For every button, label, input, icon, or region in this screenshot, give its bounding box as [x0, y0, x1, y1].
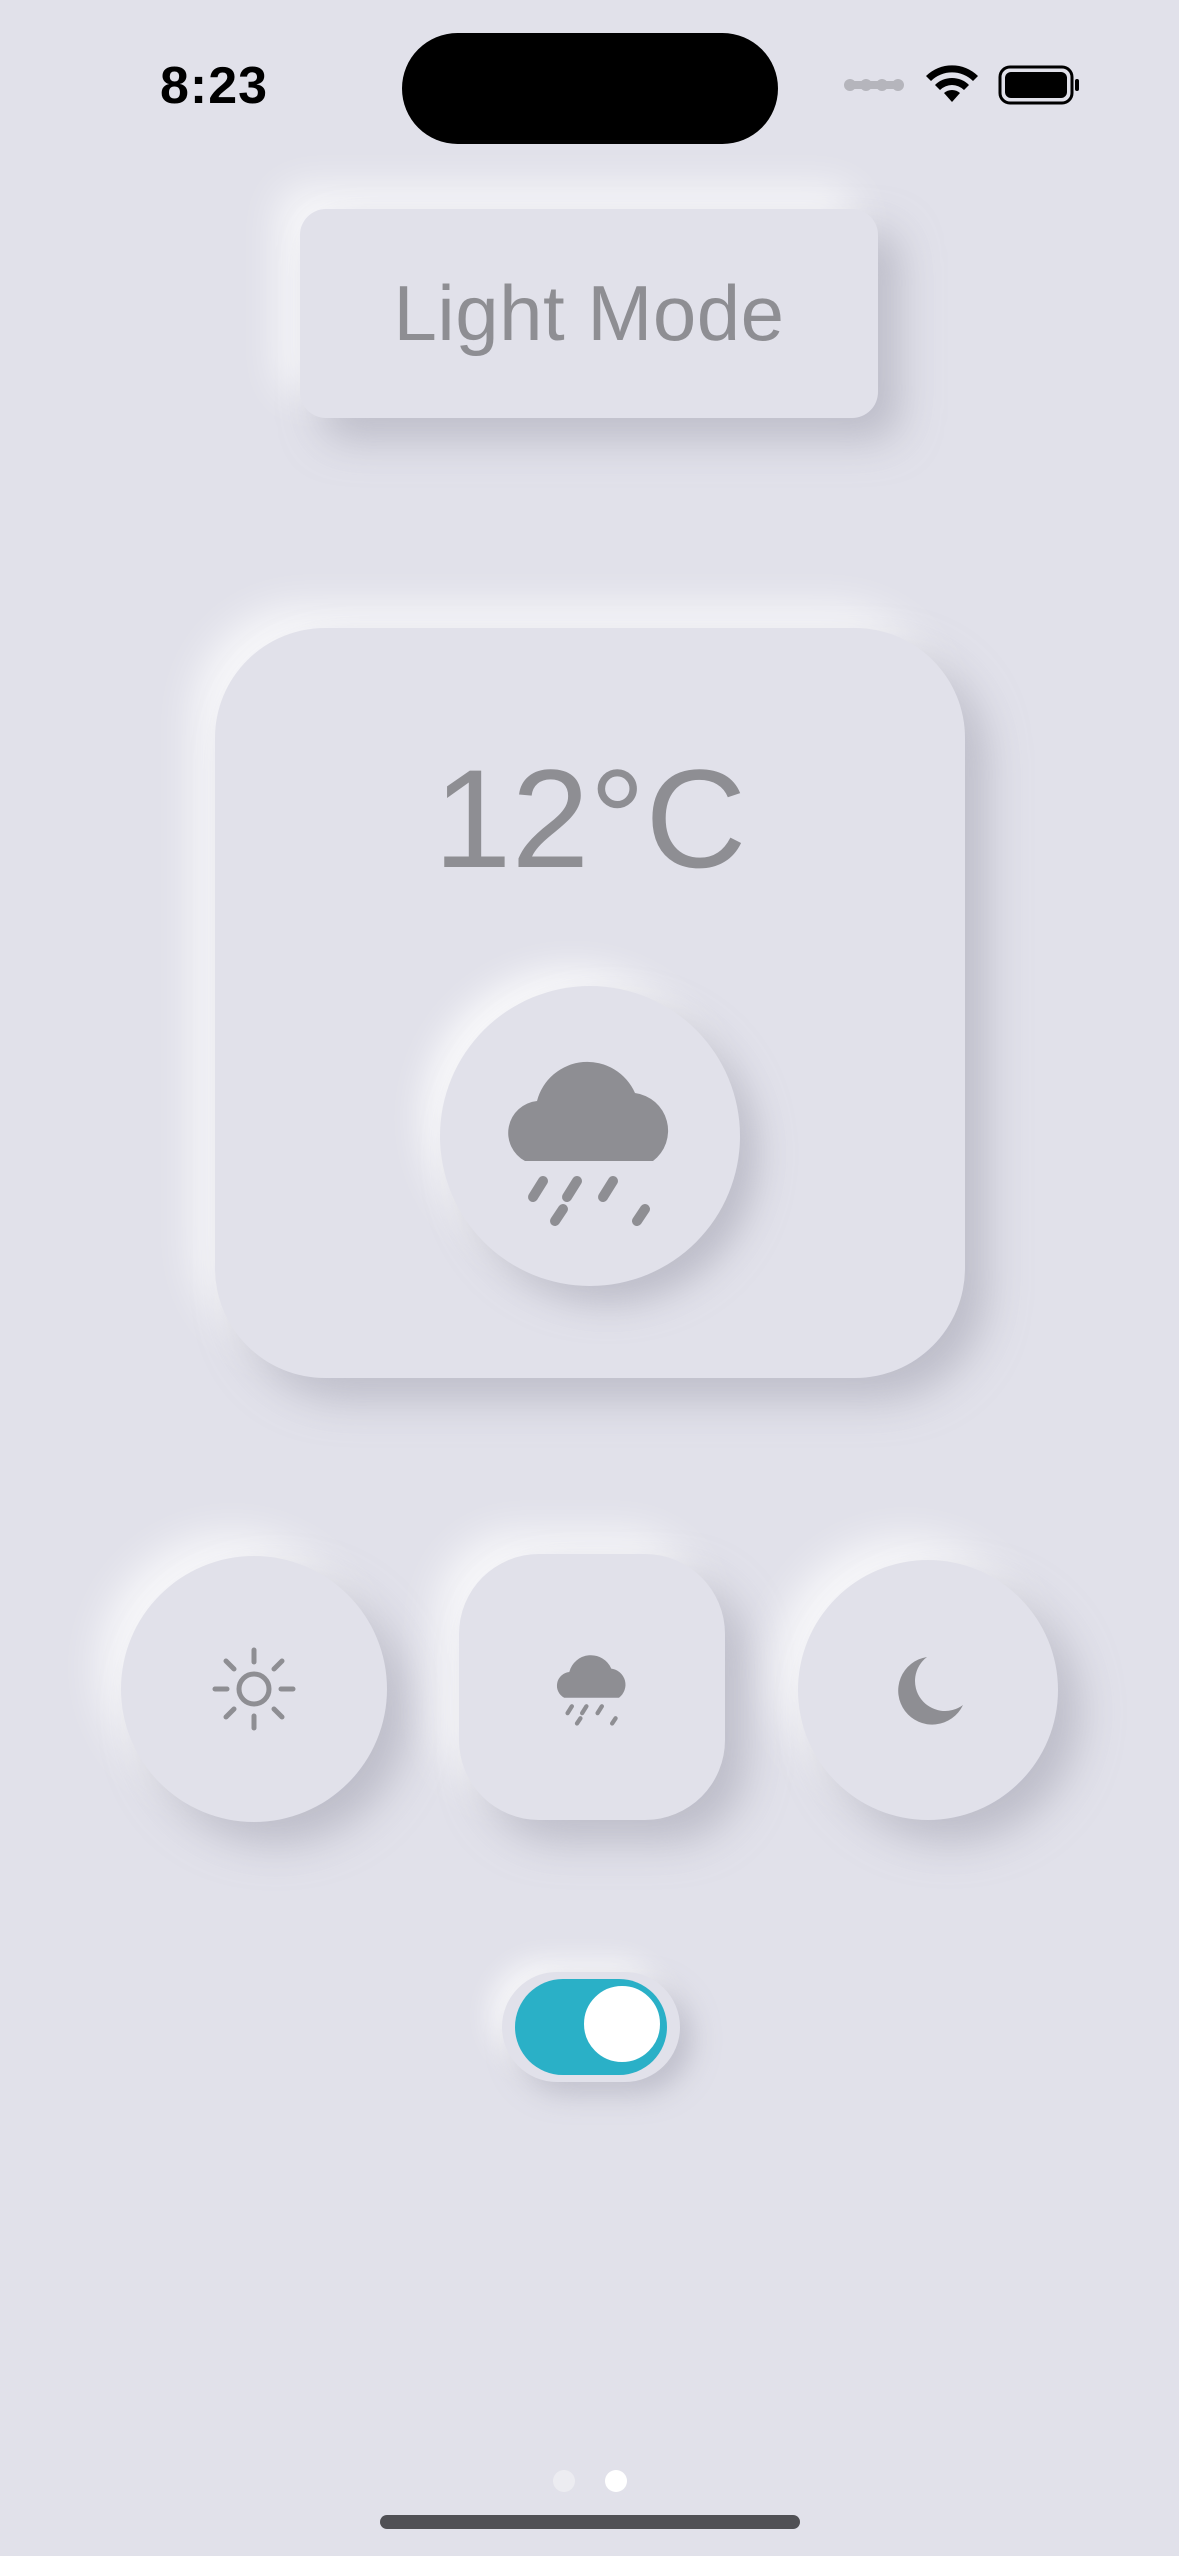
dynamic-island	[402, 33, 778, 144]
page-indicator	[0, 2470, 1179, 2492]
home-indicator[interactable]	[380, 2515, 800, 2529]
signal-dots-icon	[844, 79, 904, 91]
rain-button[interactable]	[459, 1554, 725, 1820]
cloud-rain-icon	[556, 1655, 626, 1726]
battery-icon	[998, 65, 1079, 105]
temperature-label: 12°C	[433, 740, 747, 897]
weather-icon-circle	[440, 986, 740, 1286]
moon-button[interactable]	[798, 1560, 1058, 1820]
toggle-knob[interactable]	[581, 1983, 663, 2065]
page-dot-1[interactable]	[552, 2470, 575, 2492]
weather-card: 12°C	[215, 628, 965, 1378]
wifi-icon	[926, 65, 978, 102]
status-time: 8:23	[160, 57, 269, 115]
status-icons	[844, 60, 1082, 110]
sun-button[interactable]	[121, 1556, 387, 1822]
mode-title: Light Mode	[393, 269, 785, 357]
moon-icon	[898, 1657, 963, 1725]
cloud-rain-icon	[508, 1061, 669, 1226]
mode-toggle[interactable]	[515, 1979, 667, 2075]
page-dot-2[interactable]	[604, 2470, 627, 2492]
mode-label-card: Light Mode	[300, 209, 878, 418]
sun-icon	[212, 1647, 296, 1731]
toggle-container	[502, 1972, 680, 2082]
